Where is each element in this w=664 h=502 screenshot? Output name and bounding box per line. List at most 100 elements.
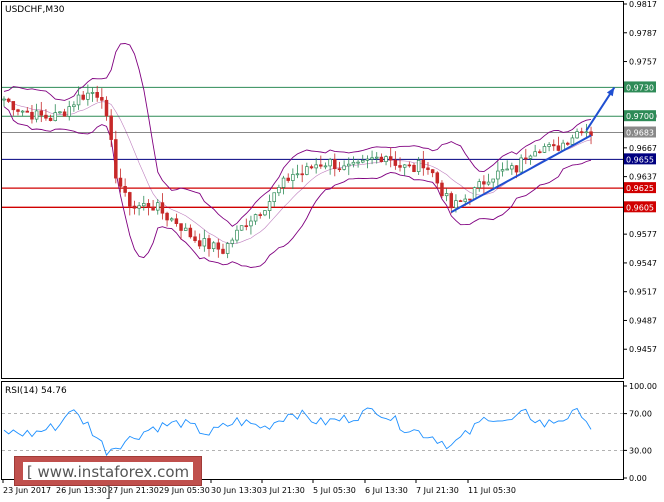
price-tick-label: 0.9787	[629, 29, 657, 38]
candle-body	[314, 164, 318, 169]
candle-body	[118, 177, 123, 187]
candle-body	[160, 202, 165, 214]
rsi-tick-label: 0.00	[629, 474, 647, 483]
candle-body	[202, 238, 207, 247]
candle-body	[11, 101, 16, 111]
watermark-banner: [ www.instaforex.com ]	[14, 456, 202, 501]
candle-body	[39, 110, 44, 116]
price-plot-frame	[1, 1, 624, 379]
candle-body	[67, 106, 71, 117]
candle-body	[528, 155, 533, 159]
price-tick-label: 0.9637	[629, 173, 657, 182]
candle-body	[197, 240, 202, 247]
candle-body	[263, 210, 267, 216]
candle-body	[398, 165, 402, 168]
candle-body	[454, 200, 458, 209]
chart-canvas: 0.9817 0.9787 0.9757 0.9700 0.9667 0.9637 0.95…	[0, 0, 664, 498]
candle-body	[239, 225, 244, 231]
candle-body	[95, 92, 99, 98]
candle-body	[393, 159, 398, 166]
candle-body	[435, 172, 440, 184]
candle-body	[272, 192, 276, 202]
candle-body	[48, 117, 53, 121]
candle-body	[179, 223, 183, 231]
candle-body	[281, 177, 286, 188]
candle-body	[76, 94, 81, 106]
price-tick-label: 0.9817	[629, 0, 657, 9]
candle-body	[542, 146, 547, 153]
candle-body	[30, 111, 34, 120]
candle-body	[370, 157, 374, 160]
candle-body	[384, 156, 388, 162]
level-tag-label: 0.9683	[626, 129, 654, 138]
candle-body	[244, 225, 249, 228]
candle-body	[137, 205, 141, 209]
candle-body	[519, 157, 523, 173]
candle-body	[44, 114, 48, 119]
price-tick-label: 0.9487	[629, 316, 657, 325]
candle-body	[449, 193, 454, 209]
candle-body	[81, 94, 85, 100]
candle-body	[216, 242, 221, 250]
candle-body	[169, 218, 174, 221]
candle-body	[496, 170, 500, 180]
candle-body	[249, 220, 253, 227]
candle-body	[193, 236, 197, 242]
candle-body	[211, 242, 216, 250]
candle-body	[230, 239, 235, 244]
candle-body	[570, 137, 575, 145]
time-tick-label: 27 Jun 21:30	[108, 486, 159, 495]
candle-body	[156, 202, 160, 211]
candle-body	[132, 205, 137, 209]
level-tag-label: 0.9625	[626, 184, 654, 193]
candle-body	[552, 144, 556, 147]
candle-body	[207, 238, 211, 250]
rsi-tick-label: 70.00	[629, 410, 652, 419]
candle-body	[174, 218, 179, 224]
candle-body	[309, 166, 314, 169]
candle-body	[463, 198, 467, 202]
candle-body	[533, 151, 537, 157]
candle-body	[402, 164, 407, 168]
time-tick-label: 29 Jun 05:30	[159, 486, 210, 495]
candle-body	[351, 161, 356, 165]
candle-body	[295, 173, 300, 176]
time-tick-label: 5 Jul 05:30	[313, 486, 356, 495]
time-tick-label: 26 Jun 13:30	[56, 486, 107, 495]
candle-body	[277, 187, 281, 194]
candle-body	[323, 165, 328, 168]
candle-body	[188, 227, 193, 238]
candle-body	[388, 156, 393, 161]
candle-body	[258, 214, 262, 216]
candle-body	[579, 131, 584, 134]
candle-body	[468, 198, 472, 201]
candle-body	[221, 248, 225, 254]
candle-body	[72, 104, 76, 107]
candle-body	[500, 169, 505, 172]
time-tick-label: 7 Jul 21:30	[416, 486, 459, 495]
candle-body	[53, 112, 57, 121]
candle-body	[123, 186, 127, 193]
candle-body	[104, 99, 109, 117]
candle-body	[235, 229, 239, 241]
candle-body	[482, 181, 486, 185]
candle-body	[374, 156, 379, 159]
time-tick-label: 11 Jul 05:30	[468, 486, 516, 495]
candle-body	[342, 165, 346, 170]
candle-body	[319, 164, 323, 167]
candle-body	[472, 187, 477, 200]
candle-body	[300, 173, 304, 176]
candle-body	[426, 167, 430, 170]
candle-body	[556, 145, 561, 151]
candle-body	[566, 142, 570, 145]
candle-body	[421, 159, 426, 169]
candle-body	[62, 111, 67, 117]
candle-body	[34, 110, 39, 120]
level-tag-label: 0.9655	[626, 155, 654, 164]
candle-body	[25, 110, 30, 113]
candle-body	[253, 214, 258, 222]
candle-body	[365, 158, 370, 161]
candle-body	[286, 177, 290, 181]
candle-body	[291, 174, 295, 181]
candle-body	[379, 156, 384, 162]
